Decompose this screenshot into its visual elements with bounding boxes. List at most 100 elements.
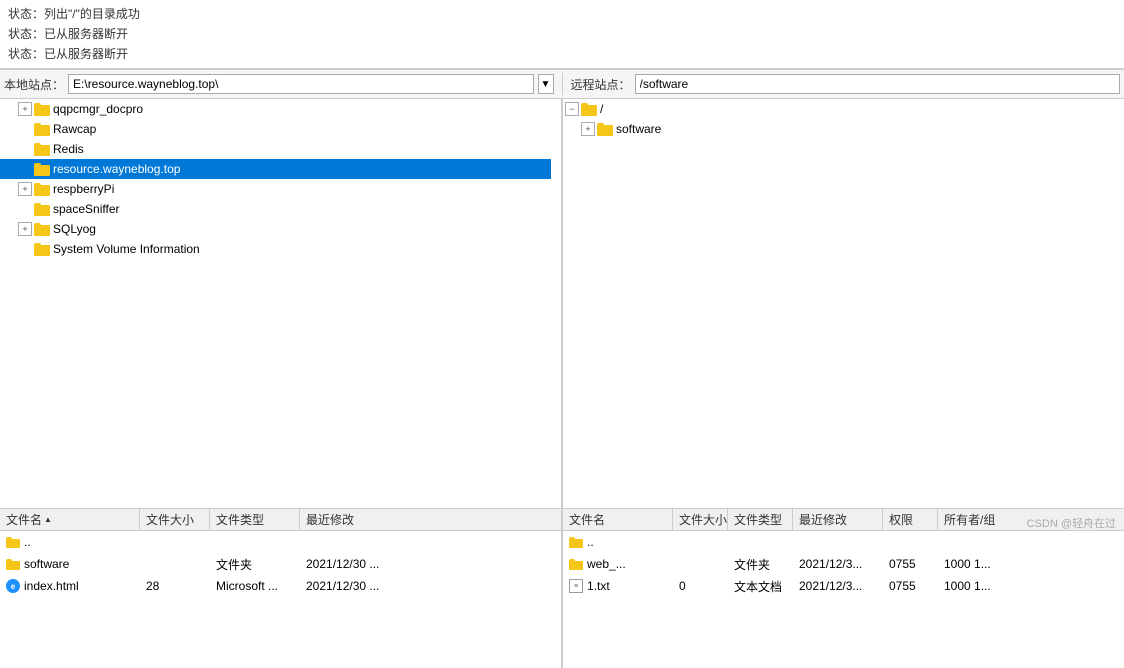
remote-tree-scroll[interactable]: − / + software bbox=[563, 99, 1124, 508]
remote-cell-type-up bbox=[728, 541, 793, 543]
ie-icon: e bbox=[6, 579, 20, 593]
tree-item-spacesniffer[interactable]: spaceSniffer bbox=[0, 199, 551, 219]
remote-col-header-perm[interactable]: 权限 bbox=[883, 509, 938, 530]
expand-btn-sqlyog[interactable]: + bbox=[18, 222, 32, 236]
folder-icon-sqlyog bbox=[34, 223, 50, 236]
local-tree-scroll[interactable]: + qqpcmgr_docpro Rawcap Redis bbox=[0, 99, 561, 508]
local-file-row-up[interactable]: .. bbox=[0, 531, 561, 553]
remote-col-header-type[interactable]: 文件类型 bbox=[728, 509, 793, 530]
local-file-header: 文件名 ▲ 文件大小 文件类型 最近修改 bbox=[0, 509, 561, 531]
tree-label-spacesniffer: spaceSniffer bbox=[53, 202, 120, 216]
remote-path-input[interactable] bbox=[635, 74, 1120, 94]
local-file-panel: 文件名 ▲ 文件大小 文件类型 最近修改 .. bbox=[0, 509, 562, 668]
tree-item-software[interactable]: + software bbox=[563, 119, 1114, 139]
remote-cell-size-web bbox=[673, 563, 728, 565]
local-path-input[interactable] bbox=[68, 74, 533, 94]
remote-cell-owner-1txt: 1000 1... bbox=[938, 578, 1018, 594]
remote-cell-date-up bbox=[793, 541, 883, 543]
path-divider bbox=[562, 73, 563, 95]
local-tree-panel: + qqpcmgr_docpro Rawcap Redis bbox=[0, 99, 562, 508]
local-file-list[interactable]: .. software 文件夹 2021/12/30 . bbox=[0, 531, 561, 668]
tree-label-resource: resource.wayneblog.top bbox=[53, 162, 180, 176]
status-line-1: 状态：列出"/"的目录成功 bbox=[8, 4, 1116, 24]
tree-label-qqpcmgr: qqpcmgr_docpro bbox=[53, 102, 143, 116]
local-cell-date-up bbox=[300, 541, 420, 543]
remote-cell-date-web: 2021/12/3... bbox=[793, 556, 883, 572]
expand-btn-root[interactable]: − bbox=[565, 102, 579, 116]
local-cell-date-indexhtml: 2021/12/30 ... bbox=[300, 578, 420, 594]
expand-placeholder-sysvolinfo bbox=[18, 242, 32, 256]
sort-arrow-name: ▲ bbox=[44, 515, 52, 524]
tree-item-sysvolinfo[interactable]: System Volume Information bbox=[0, 239, 551, 259]
status-line-3: 状态：已从服务器断开 bbox=[8, 44, 1116, 64]
txt-icon: ≡ bbox=[569, 579, 583, 593]
local-cell-date-software: 2021/12/30 ... bbox=[300, 556, 420, 572]
tree-item-rawcap[interactable]: Rawcap bbox=[0, 119, 551, 139]
folder-icon-qqpcmgr bbox=[34, 103, 50, 116]
folder-icon-redis bbox=[34, 143, 50, 156]
expand-placeholder-redis bbox=[18, 142, 32, 156]
remote-cell-perm-web: 0755 bbox=[883, 556, 938, 572]
local-cell-name-indexhtml: e index.html bbox=[0, 578, 140, 594]
folder-icon-sysvolinfo bbox=[34, 243, 50, 256]
remote-path-section: 远程站点： bbox=[571, 74, 1121, 94]
tree-label-redis: Redis bbox=[53, 142, 84, 156]
remote-file-list[interactable]: .. web_... 文件夹 bbox=[563, 531, 1124, 668]
remote-col-header-date[interactable]: 最近修改 bbox=[793, 509, 883, 530]
remote-file-row-web[interactable]: web_... 文件夹 2021/12/3... 0755 1000 1... bbox=[563, 553, 1124, 575]
local-col-header-name[interactable]: 文件名 ▲ bbox=[0, 509, 140, 530]
tree-item-redis[interactable]: Redis bbox=[0, 139, 551, 159]
watermark: CSDN @轻舟在过 bbox=[1027, 515, 1116, 531]
tree-label-sqlyog: SQLyog bbox=[53, 222, 96, 236]
remote-cell-size-up bbox=[673, 541, 728, 543]
status-bar: 状态：列出"/"的目录成功 状态：已从服务器断开 状态：已从服务器断开 本地站点… bbox=[0, 0, 1124, 99]
remote-cell-type-1txt: 文本文档 bbox=[728, 577, 793, 596]
folder-icon-root bbox=[581, 103, 597, 116]
tree-item-sqlyog[interactable]: + SQLyog bbox=[0, 219, 551, 239]
remote-file-panel: 文件名 文件大小 文件类型 最近修改 权限 所有者/组 . bbox=[563, 509, 1124, 668]
expand-btn-qqpcmgr[interactable]: + bbox=[18, 102, 32, 116]
tree-item-root[interactable]: − / bbox=[563, 99, 1114, 119]
local-cell-size-indexhtml: 28 bbox=[140, 578, 210, 594]
remote-cell-name-1txt: ≡ 1.txt bbox=[563, 578, 673, 594]
local-cell-type-indexhtml: Microsoft ... bbox=[210, 578, 300, 594]
remote-up-folder-icon bbox=[569, 537, 583, 548]
remote-cell-date-1txt: 2021/12/3... bbox=[793, 578, 883, 594]
status-line-2: 状态：已从服务器断开 bbox=[8, 24, 1116, 44]
expand-placeholder-spacesniffer bbox=[18, 202, 32, 216]
remote-col-header-owner[interactable]: 所有者/组 bbox=[938, 509, 1018, 530]
remote-cell-perm-1txt: 0755 bbox=[883, 578, 938, 594]
local-col-header-date[interactable]: 最近修改 bbox=[300, 509, 420, 530]
remote-cell-type-web: 文件夹 bbox=[728, 555, 793, 574]
local-cell-name-software: software bbox=[0, 556, 140, 572]
remote-tree-panel: − / + software bbox=[563, 99, 1124, 508]
remote-cell-name-up: .. bbox=[563, 534, 673, 550]
remote-col-header-size[interactable]: 文件大小 bbox=[673, 509, 728, 530]
remote-file-row-up[interactable]: .. bbox=[563, 531, 1124, 553]
local-path-dropdown[interactable]: ▼ bbox=[538, 74, 554, 94]
tree-item-resource[interactable]: resource.wayneblog.top bbox=[0, 159, 551, 179]
tree-item-respberry[interactable]: + respberryPi bbox=[0, 179, 551, 199]
local-file-row-indexhtml[interactable]: e index.html 28 Microsoft ... 2021/12/30… bbox=[0, 575, 561, 597]
local-cell-type-software: 文件夹 bbox=[210, 555, 300, 574]
expand-btn-respberry[interactable]: + bbox=[18, 182, 32, 196]
remote-cell-perm-up bbox=[883, 541, 938, 543]
tree-item-qqpcmgr[interactable]: + qqpcmgr_docpro bbox=[0, 99, 551, 119]
local-cell-size-up bbox=[140, 541, 210, 543]
local-cell-type-up bbox=[210, 541, 300, 543]
local-file-row-software[interactable]: software 文件夹 2021/12/30 ... bbox=[0, 553, 561, 575]
local-col-header-type[interactable]: 文件类型 bbox=[210, 509, 300, 530]
expand-btn-software[interactable]: + bbox=[581, 122, 595, 136]
local-col-header-size[interactable]: 文件大小 bbox=[140, 509, 210, 530]
tree-label-rawcap: Rawcap bbox=[53, 122, 96, 136]
remote-path-label: 远程站点： bbox=[571, 76, 631, 93]
expand-placeholder-rawcap bbox=[18, 122, 32, 136]
remote-cell-owner-up bbox=[938, 541, 1018, 543]
tree-label-software: software bbox=[616, 122, 661, 136]
remote-file-row-1txt[interactable]: ≡ 1.txt 0 文本文档 2021/12/3... 0755 1000 1.… bbox=[563, 575, 1124, 597]
folder-icon-respberry bbox=[34, 183, 50, 196]
remote-cell-owner-web: 1000 1... bbox=[938, 556, 1018, 572]
up-folder-icon bbox=[6, 537, 20, 548]
expand-placeholder-resource bbox=[18, 162, 32, 176]
remote-col-header-name[interactable]: 文件名 bbox=[563, 509, 673, 530]
